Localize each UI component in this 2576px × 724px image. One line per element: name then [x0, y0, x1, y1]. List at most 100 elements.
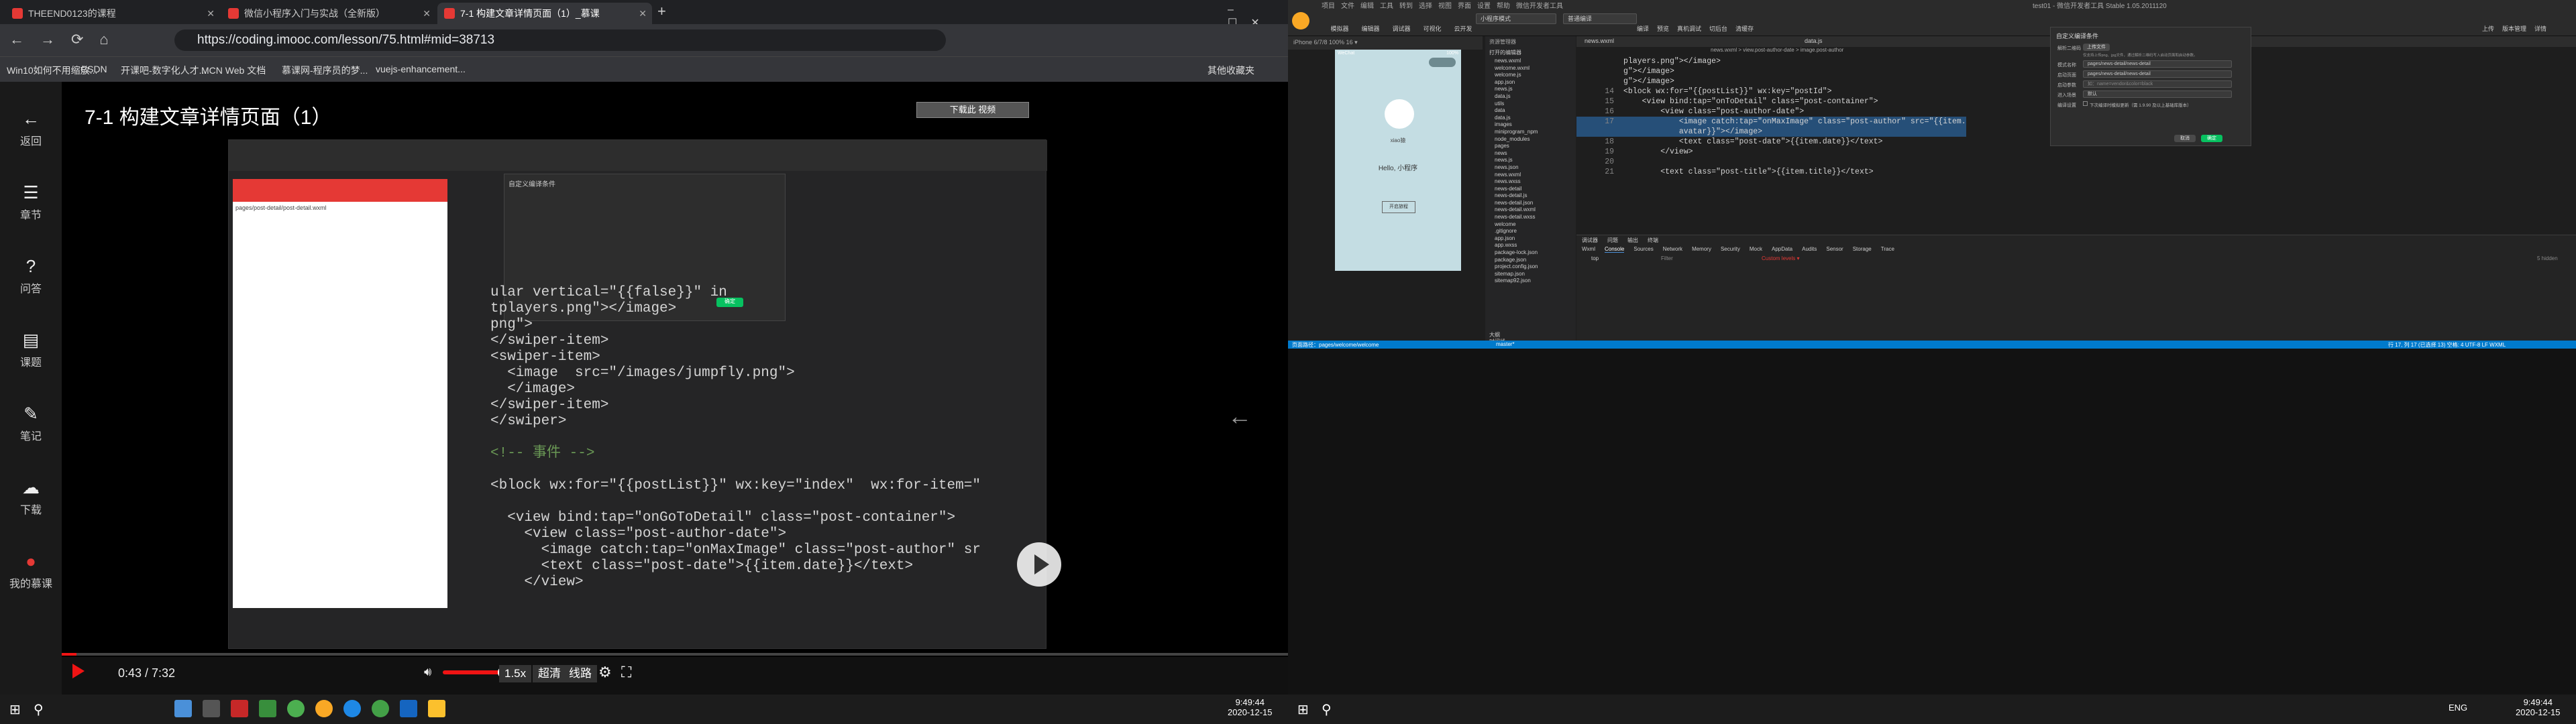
devtools-tab[interactable]: Sources: [1633, 246, 1653, 252]
download-video-button[interactable]: 下载此 视频: [916, 102, 1029, 118]
file-tree-item[interactable]: news-detail.json: [1495, 200, 1576, 207]
route-button[interactable]: 线路: [564, 665, 597, 682]
close-icon[interactable]: ✕: [639, 3, 647, 24]
speed-button[interactable]: 1.5x: [499, 665, 532, 682]
devtools-tab[interactable]: AppData: [1772, 246, 1792, 252]
search-icon[interactable]: ⚲: [34, 701, 44, 718]
play-button[interactable]: [1017, 542, 1061, 587]
devtools-tab[interactable]: Sensor: [1826, 246, 1843, 252]
git-branch[interactable]: master*: [1496, 341, 1515, 347]
panel-tab[interactable]: 问题: [1607, 237, 1618, 243]
nav-icons[interactable]: ←→⟳⌂: [9, 31, 125, 48]
file-tree-item[interactable]: utils: [1495, 101, 1576, 108]
action-button[interactable]: 版本管理: [2502, 25, 2526, 32]
device-select[interactable]: iPhone 6/7/8 100% 16 ▾: [1288, 36, 1483, 50]
file-tree-item[interactable]: pages: [1495, 143, 1576, 150]
action-button[interactable]: 详情: [2534, 25, 2546, 32]
file-tree-item[interactable]: news.wxml: [1495, 58, 1576, 65]
file-tree-item[interactable]: news-detail: [1495, 186, 1576, 193]
toolbar-button[interactable]: 模拟器: [1324, 12, 1355, 33]
capsule-menu[interactable]: [1429, 58, 1456, 67]
bookmark[interactable]: 慕课网-程序员的梦...: [282, 64, 368, 77]
devtools-tab[interactable]: Memory: [1692, 246, 1711, 252]
context-select[interactable]: top: [1591, 255, 1599, 261]
new-tab-icon[interactable]: +: [657, 3, 666, 20]
toolbar-button[interactable]: 可视化: [1417, 12, 1448, 33]
browser-tab-active[interactable]: 7-1 构建文章详情页面（1）_慕课 ✕: [437, 3, 652, 24]
play-icon[interactable]: [72, 664, 85, 678]
toolbar-button[interactable]: 调试器: [1386, 12, 1417, 33]
close-icon[interactable]: ✕: [423, 3, 431, 24]
panel-tab[interactable]: 调试器: [1582, 237, 1598, 243]
action-button[interactable]: 切后台: [1709, 25, 1727, 32]
compile-select[interactable]: 普通编译: [1563, 13, 1637, 24]
file-tree-item[interactable]: app.wxss: [1495, 242, 1576, 249]
file-tree-item[interactable]: .gitignore: [1495, 228, 1576, 235]
taskbar-apps[interactable]: [174, 700, 550, 719]
file-tree-item[interactable]: news.js: [1495, 86, 1576, 93]
bookmark-folder[interactable]: 其他收藏夹: [1208, 64, 1254, 77]
file-tree-item[interactable]: news.js: [1495, 157, 1576, 164]
ok-button[interactable]: 确定: [2201, 135, 2222, 142]
devtools-tab[interactable]: Security: [1721, 246, 1740, 252]
devtools-tab[interactable]: Trace: [1881, 246, 1894, 252]
file-tree-item[interactable]: welcome: [1495, 221, 1576, 229]
quality-button[interactable]: 超清: [533, 665, 566, 682]
browser-tab[interactable]: THEEND0123的课程 ✕: [5, 3, 220, 24]
volume-icon[interactable]: 🔊︎: [424, 665, 431, 679]
tab-data-js[interactable]: data.js: [1805, 38, 1823, 44]
open-editors-section[interactable]: 打开的编辑器: [1485, 48, 1576, 58]
file-tree-item[interactable]: news-detail.wxml: [1495, 206, 1576, 214]
file-tree-item[interactable]: sitemap92.json: [1495, 278, 1576, 285]
action-button[interactable]: 上传: [2482, 25, 2494, 32]
panel-tab[interactable]: 输出: [1627, 237, 1638, 243]
file-tree-item[interactable]: data: [1495, 107, 1576, 115]
sidebar-download[interactable]: ☁ 下载: [0, 477, 62, 517]
file-tree-item[interactable]: news-detail.js: [1495, 192, 1576, 200]
simulator-screen[interactable]: WeChat 100% xiao猿 Hello, 小程序 开启旅程: [1335, 50, 1461, 271]
simulate-update-checkbox[interactable]: [2083, 101, 2088, 106]
file-tree-item[interactable]: welcome.js: [1495, 72, 1576, 79]
devtools-tab[interactable]: Console: [1605, 246, 1625, 253]
windows-start-icon[interactable]: ⊞: [9, 701, 21, 718]
cancel-button[interactable]: 取消: [2174, 135, 2196, 142]
search-icon[interactable]: ⚲: [1322, 701, 1332, 718]
upload-file-button[interactable]: 上传文件: [2083, 44, 2110, 51]
language-indicator[interactable]: ENG: [2449, 703, 2467, 713]
file-tree-item[interactable]: app.json: [1495, 235, 1576, 243]
sidebar-back[interactable]: ← 返回: [0, 109, 62, 148]
action-button[interactable]: 预览: [1657, 25, 1669, 32]
bookmark[interactable]: MCN Web 文档: [201, 64, 266, 77]
bookmark[interactable]: vuejs-enhancement...: [376, 64, 466, 74]
devtools-tab[interactable]: Wxml: [1582, 246, 1595, 252]
file-tree-item[interactable]: project.config.json: [1495, 263, 1576, 271]
filter-input[interactable]: Filter: [1661, 255, 1673, 261]
gear-icon[interactable]: ⚙: [598, 664, 612, 681]
progress-track[interactable]: [62, 653, 1288, 656]
devtools-tab[interactable]: Mock: [1750, 246, 1762, 252]
file-tree-item[interactable]: news.wxml: [1495, 172, 1576, 179]
clock[interactable]: 9:49:44 2020-12-15: [2516, 697, 2561, 717]
sidebar-my-imooc[interactable]: ● 我的慕课: [0, 551, 62, 591]
sidebar-notes[interactable]: ✎ 笔记: [0, 404, 62, 443]
file-tree-item[interactable]: package-lock.json: [1495, 249, 1576, 257]
action-button[interactable]: 真机调试: [1677, 25, 1701, 32]
clock[interactable]: 9:49:44 2020-12-15: [1228, 697, 1273, 717]
toolbar-button[interactable]: 云开发: [1448, 12, 1479, 33]
avatar[interactable]: [1292, 12, 1309, 29]
panel-tab[interactable]: 终端: [1648, 237, 1658, 243]
file-tree-item[interactable]: news.json: [1495, 164, 1576, 172]
mode-name-input[interactable]: pages/news-detail/news-detail: [2083, 60, 2232, 68]
devtools-tab[interactable]: Audits: [1802, 246, 1817, 252]
launch-page-select[interactable]: pages/news-detail/news-detail: [2083, 70, 2232, 78]
scene-select[interactable]: 默认: [2083, 90, 2232, 98]
file-tree-item[interactable]: package.json: [1495, 257, 1576, 264]
windows-start-icon[interactable]: ⊞: [1297, 701, 1309, 718]
devtools-tab[interactable]: Network: [1663, 246, 1682, 252]
launch-params-input[interactable]: 如：name=vendor&color=black: [2083, 80, 2232, 88]
file-tree-item[interactable]: node_modules: [1495, 136, 1576, 143]
bookmark[interactable]: 开课吧-数字化人才...: [121, 64, 207, 77]
tab-news-wxml[interactable]: news.wxml: [1585, 38, 1614, 44]
mode-select[interactable]: 小程序模式: [1476, 13, 1556, 24]
file-tree-item[interactable]: news: [1495, 150, 1576, 158]
